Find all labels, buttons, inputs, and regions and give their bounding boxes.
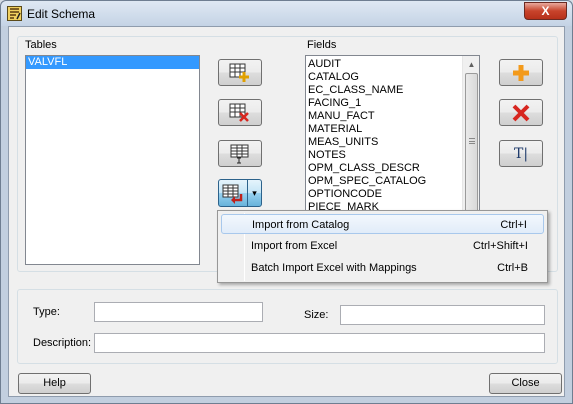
field-item[interactable]: FACING_1 bbox=[306, 97, 479, 110]
field-item[interactable]: MATERIAL bbox=[306, 123, 479, 136]
tables-label: Tables bbox=[25, 39, 57, 51]
scroll-thumb[interactable] bbox=[465, 73, 478, 211]
field-item[interactable]: OPM_CLASS_DESCR bbox=[306, 162, 479, 175]
menu-item-batch-import[interactable]: Batch Import Excel with Mappings Ctrl+B bbox=[221, 258, 544, 278]
edit-table-button[interactable] bbox=[218, 140, 262, 167]
menu-item-label: Import from Catalog bbox=[252, 219, 350, 231]
delete-x-icon bbox=[512, 104, 530, 121]
help-button[interactable]: Help bbox=[18, 373, 91, 394]
add-field-button[interactable] bbox=[499, 59, 543, 86]
type-label: Type: bbox=[33, 306, 60, 318]
field-item[interactable]: OPM_SPEC_CATALOG bbox=[306, 175, 479, 188]
rename-field-button[interactable]: T| bbox=[499, 140, 543, 167]
import-dropdown-arrow[interactable]: ▾ bbox=[247, 180, 261, 206]
window-title: Edit Schema bbox=[27, 7, 96, 21]
delete-field-button[interactable] bbox=[499, 99, 543, 126]
fields-scrollbar[interactable]: ▲ bbox=[462, 56, 479, 211]
scroll-up-arrow[interactable]: ▲ bbox=[463, 56, 479, 73]
add-table-button[interactable] bbox=[218, 59, 262, 86]
size-label: Size: bbox=[304, 309, 329, 321]
field-item[interactable]: OPTIONCODE bbox=[306, 188, 479, 201]
description-label: Description: bbox=[33, 337, 92, 349]
table-delete-icon bbox=[229, 103, 249, 122]
title-bar[interactable]: Edit Schema X bbox=[1, 1, 572, 26]
menu-item-shortcut: Ctrl+I bbox=[500, 219, 527, 231]
table-edit-icon bbox=[230, 144, 249, 163]
app-icon bbox=[7, 6, 22, 21]
table-add-icon bbox=[229, 63, 249, 82]
description-field[interactable] bbox=[94, 333, 545, 353]
field-item[interactable]: MEAS_UNITS bbox=[306, 136, 479, 149]
scroll-grip bbox=[469, 138, 475, 144]
field-item[interactable]: AUDIT bbox=[306, 58, 479, 71]
menu-item-label: Import from Excel bbox=[251, 240, 338, 252]
edit-schema-window: Edit Schema X Tables VALVFL ▾ Fields AUD… bbox=[0, 0, 573, 404]
field-item[interactable]: CATALOG bbox=[306, 71, 479, 84]
fields-list: AUDIT CATALOG EC_CLASS_NAME FACING_1 MANU_FA… bbox=[306, 56, 479, 211]
text-cursor-icon: T| bbox=[513, 145, 529, 162]
menu-item-shortcut: Ctrl+B bbox=[497, 262, 528, 274]
menu-item-shortcut: Ctrl+Shift+I bbox=[472, 240, 528, 252]
type-field[interactable] bbox=[94, 302, 263, 322]
size-field[interactable] bbox=[340, 305, 545, 325]
import-menu: Import from Catalog Ctrl+I Import from E… bbox=[217, 210, 548, 283]
close-button[interactable]: Close bbox=[489, 373, 562, 394]
delete-table-button[interactable] bbox=[218, 99, 262, 126]
table-item-valvfl[interactable]: VALVFL bbox=[26, 56, 199, 69]
menu-item-import-excel[interactable]: Import from Excel Ctrl+Shift+I bbox=[221, 236, 544, 256]
plus-icon bbox=[513, 64, 529, 81]
table-import-icon bbox=[222, 184, 243, 204]
rename-text: T bbox=[513, 145, 524, 162]
window-close-button[interactable]: X bbox=[524, 2, 567, 20]
help-button-label: Help bbox=[43, 377, 66, 389]
tables-listbox[interactable]: VALVFL bbox=[25, 55, 200, 265]
menu-item-label: Batch Import Excel with Mappings bbox=[251, 262, 417, 274]
fields-listbox[interactable]: AUDIT CATALOG EC_CLASS_NAME FACING_1 MANU_FA… bbox=[305, 55, 480, 212]
fields-label: Fields bbox=[307, 39, 337, 51]
close-button-label: Close bbox=[511, 377, 540, 389]
import-table-split-button[interactable]: ▾ bbox=[218, 179, 262, 207]
field-item[interactable]: NOTES bbox=[306, 149, 479, 162]
field-item[interactable]: MANU_FACT bbox=[306, 110, 479, 123]
menu-item-import-catalog[interactable]: Import from Catalog Ctrl+I bbox=[221, 214, 544, 234]
field-item[interactable]: EC_CLASS_NAME bbox=[306, 84, 479, 97]
